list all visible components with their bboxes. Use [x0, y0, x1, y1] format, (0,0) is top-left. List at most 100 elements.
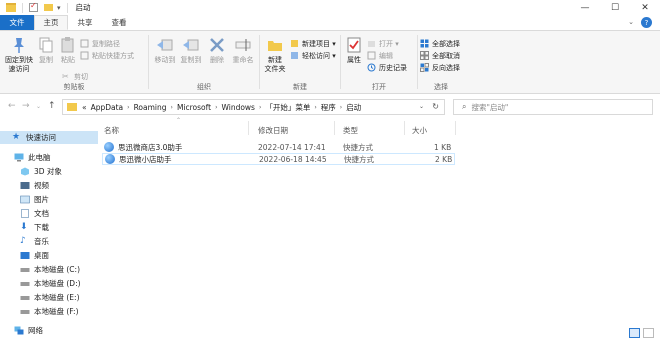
forward-button[interactable]: →: [22, 101, 30, 111]
details-view-button[interactable]: [629, 328, 640, 338]
nav-item-desktop[interactable]: 桌面: [0, 249, 49, 262]
recent-locations-button[interactable]: ⌄: [36, 103, 41, 110]
tab-home[interactable]: 主页: [34, 15, 68, 30]
minimize-button[interactable]: —: [570, 0, 600, 15]
paste-button[interactable]: 粘贴: [58, 36, 78, 65]
breadcrumb-arrow-icon[interactable]: ›: [314, 104, 316, 111]
nav-item-label: 图片: [34, 195, 49, 204]
document-icon: [21, 209, 29, 218]
copy-path-icon: [80, 39, 89, 48]
maximize-button[interactable]: ☐: [600, 0, 630, 15]
folder-icon: [6, 3, 16, 12]
navigation-pane: ★ 快速访问 此电脑 3D 对象 视频 图片 文档 ⬇ 下载 ♪ 音乐 桌面 本…: [0, 125, 98, 342]
search-box[interactable]: ⌕ 搜索"启动": [453, 99, 653, 115]
tab-view[interactable]: 查看: [102, 15, 136, 30]
nav-item-3d-objects[interactable]: 3D 对象: [0, 165, 62, 178]
breadcrumb-item[interactable]: 启动: [346, 102, 361, 113]
column-divider[interactable]: [455, 121, 456, 135]
table-row[interactable]: 思迅微商店3.0助手 2022-07-14 17:41 快捷方式 1 KB: [102, 141, 455, 153]
refresh-icon[interactable]: ↻: [432, 102, 439, 111]
copy-button[interactable]: 复制: [36, 36, 56, 65]
properties-quick-icon[interactable]: [29, 1, 38, 12]
nav-item-drive-f[interactable]: 本地磁盘 (F:): [0, 305, 79, 318]
breadcrumb-item[interactable]: 「开始」菜单: [265, 102, 310, 113]
nav-item-quick-access[interactable]: ★ 快速访问: [0, 131, 98, 144]
breadcrumb-arrow-icon[interactable]: ›: [340, 104, 342, 111]
select-none-button[interactable]: 全部取消: [420, 50, 460, 61]
video-icon: [20, 182, 30, 189]
column-divider[interactable]: [404, 121, 405, 135]
invert-selection-button[interactable]: 反向选择: [420, 62, 460, 73]
pin-quick-access-button[interactable]: 固定到快 速访问: [4, 36, 34, 74]
breadcrumb-prefix[interactable]: «: [82, 103, 87, 112]
search-input[interactable]: 搜索"启动": [471, 102, 508, 113]
table-row[interactable]: 思迅微小店助手 2022-06-18 14:45 快捷方式 2 KB: [102, 153, 455, 165]
cut-button[interactable]: ✂ 剪切: [62, 71, 88, 82]
paste-shortcut-button[interactable]: 粘贴快捷方式: [80, 50, 134, 61]
column-header-type[interactable]: 类型: [343, 125, 358, 136]
file-list: ⌃ 名称 修改日期 类型 大小 思迅微商店3.0助手 2022-07-14 17…: [98, 117, 660, 342]
easy-access-button[interactable]: 轻松访问 ▾: [290, 50, 336, 61]
breadcrumb-item[interactable]: Microsoft: [177, 103, 211, 112]
new-folder-button[interactable]: 新建 文件夹: [262, 36, 288, 74]
drive-icon: [20, 282, 30, 286]
nav-item-music[interactable]: ♪ 音乐: [0, 235, 49, 248]
tab-file[interactable]: 文件: [0, 15, 34, 30]
column-header-size[interactable]: 大小: [412, 125, 427, 136]
breadcrumb-arrow-icon[interactable]: ›: [127, 104, 129, 111]
move-to-button[interactable]: 移动到: [153, 36, 177, 65]
breadcrumb-arrow-icon[interactable]: ›: [259, 104, 261, 111]
invert-selection-label: 反向选择: [432, 63, 460, 72]
select-all-button[interactable]: 全部选择: [420, 38, 460, 49]
history-button[interactable]: 历史记录: [367, 62, 407, 73]
nav-item-documents[interactable]: 文档: [0, 207, 49, 220]
column-header-modified[interactable]: 修改日期: [258, 125, 288, 136]
rename-button[interactable]: 重命名: [231, 36, 255, 65]
help-icon[interactable]: ?: [641, 17, 652, 28]
breadcrumb-item[interactable]: AppData: [91, 103, 124, 112]
new-item-button[interactable]: 新建项目 ▾: [290, 38, 336, 49]
breadcrumb-arrow-icon[interactable]: ›: [171, 104, 173, 111]
open-button[interactable]: 打开 ▾: [367, 38, 399, 49]
breadcrumb-arrow-icon[interactable]: ›: [215, 104, 217, 111]
properties-label: 属性: [347, 56, 361, 64]
new-folder-quick-icon[interactable]: [44, 4, 53, 11]
sort-indicator-icon: ⌃: [176, 117, 182, 124]
ribbon: 固定到快 速访问 复制 粘贴 复制路径 粘贴快捷方式 ✂ 剪切 剪贴板 移动到: [0, 31, 660, 94]
nav-item-pictures[interactable]: 图片: [0, 193, 49, 206]
nav-item-drive-d[interactable]: 本地磁盘 (D:): [0, 277, 81, 290]
tab-share[interactable]: 共享: [68, 15, 102, 30]
nav-item-drive-e[interactable]: 本地磁盘 (E:): [0, 291, 80, 304]
music-icon: ♪: [20, 236, 26, 246]
large-icons-view-button[interactable]: [643, 328, 654, 338]
nav-item-downloads[interactable]: ⬇ 下载: [0, 221, 49, 234]
properties-button[interactable]: 属性: [345, 36, 363, 65]
breadcrumb-item[interactable]: Roaming: [134, 103, 167, 112]
nav-item-network[interactable]: 网络: [0, 324, 43, 337]
breadcrumb-item[interactable]: Windows: [221, 103, 254, 112]
address-bar[interactable]: « AppData › Roaming › Microsoft › Window…: [62, 99, 445, 115]
copy-to-button[interactable]: 复制到: [179, 36, 203, 65]
window-controls: — ☐ ✕: [570, 0, 660, 15]
delete-button[interactable]: 删除: [207, 36, 227, 65]
copy-icon: [39, 37, 53, 53]
nav-item-label: 3D 对象: [34, 167, 62, 176]
quick-access-dropdown[interactable]: ▾: [57, 4, 61, 12]
column-divider[interactable]: [248, 121, 249, 135]
chevron-down-icon[interactable]: ⌄: [419, 103, 424, 110]
nav-item-drive-c[interactable]: 本地磁盘 (C:): [0, 263, 80, 276]
file-size: 2 KB: [435, 154, 453, 164]
column-divider[interactable]: [334, 121, 335, 135]
file-name: 思迅微商店3.0助手: [118, 142, 183, 152]
nav-item-videos[interactable]: 视频: [0, 179, 49, 192]
column-header-name[interactable]: 名称: [104, 125, 119, 136]
edit-button[interactable]: 编辑: [367, 50, 393, 61]
chevron-down-icon[interactable]: ⌄: [628, 18, 634, 26]
back-button[interactable]: ←: [8, 101, 16, 111]
select-none-icon: [420, 51, 429, 60]
close-button[interactable]: ✕: [630, 0, 660, 15]
nav-item-this-pc[interactable]: 此电脑: [0, 151, 51, 164]
copy-path-button[interactable]: 复制路径: [80, 38, 120, 49]
up-button[interactable]: ↑: [48, 101, 56, 111]
breadcrumb-item[interactable]: 程序: [321, 102, 336, 113]
